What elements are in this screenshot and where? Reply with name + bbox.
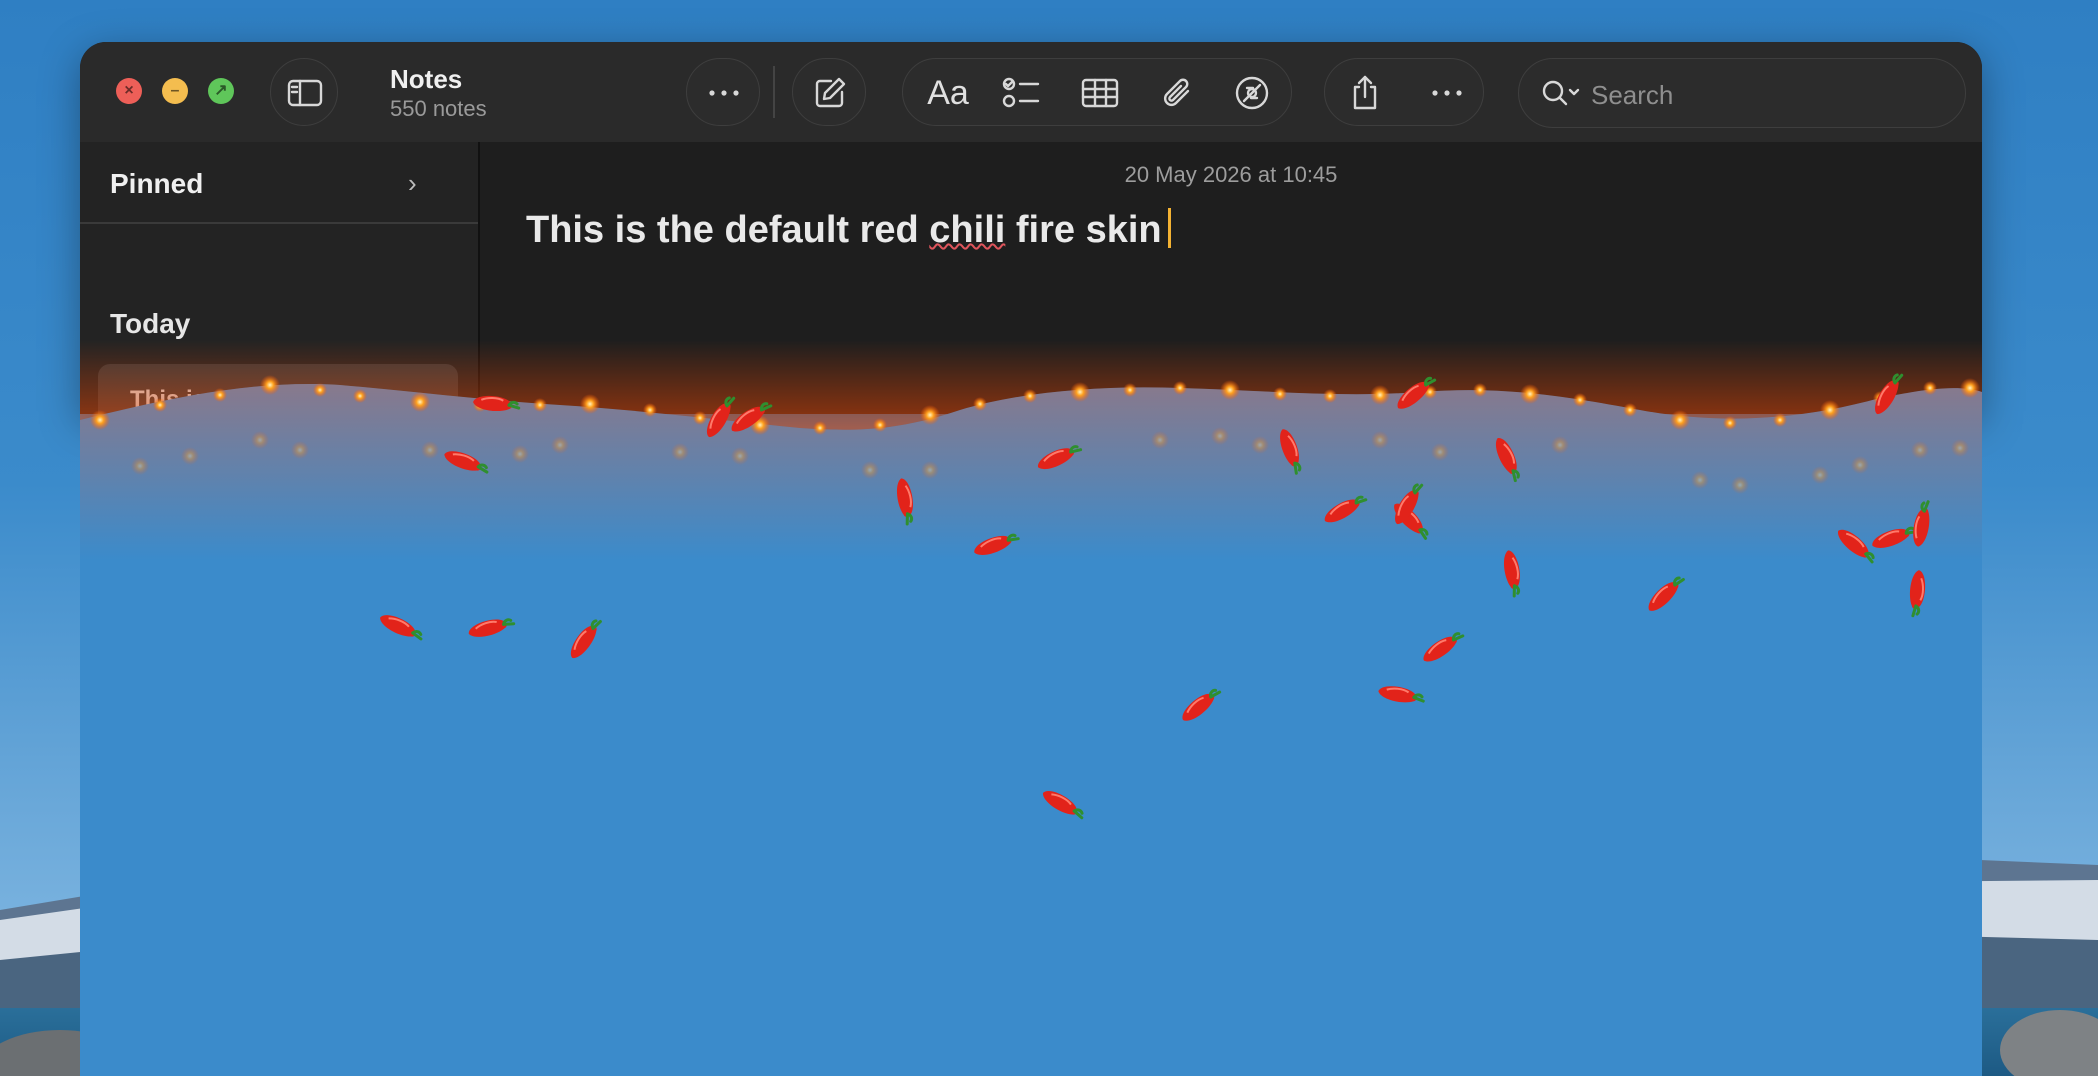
note-text-start: This is the default red <box>526 209 930 251</box>
new-note-button[interactable] <box>792 58 866 126</box>
search-field[interactable]: Search <box>1518 58 1966 128</box>
chili <box>1394 503 1429 540</box>
chili <box>1872 526 1918 548</box>
ember <box>421 441 439 459</box>
app-title: Notes <box>390 64 463 94</box>
note-list-item[interactable]: This is <box>98 364 458 414</box>
title-bar: × – ↗ Notes 550 notes Aa Search <box>80 42 1982 143</box>
ember <box>861 461 879 479</box>
sidebar-divider <box>80 222 478 224</box>
chili <box>896 478 914 526</box>
more-options-button[interactable] <box>686 58 760 126</box>
note-count: 550 notes <box>390 96 487 121</box>
chili <box>1503 550 1521 598</box>
share-group <box>1324 58 1484 126</box>
minimize-button[interactable]: – <box>162 78 188 104</box>
chili <box>1648 576 1685 611</box>
note-text-end: fire skin <box>1005 209 1162 251</box>
ember <box>1371 431 1389 449</box>
toolbar-divider <box>773 66 775 118</box>
chili <box>1280 429 1302 475</box>
falling-chilis <box>380 373 1930 820</box>
ember <box>1251 436 1269 454</box>
checklist-icon[interactable] <box>991 59 1053 127</box>
paperclip-icon[interactable] <box>1147 59 1209 127</box>
ember <box>813 421 827 435</box>
chili <box>468 618 516 637</box>
ember <box>1211 427 1229 445</box>
note-body[interactable]: This is the default red chili fire skin <box>526 208 1171 252</box>
compose-icon <box>793 59 867 127</box>
note-editor[interactable]: 20 May 2026 at 10:45 This is the default… <box>480 142 1982 414</box>
chili <box>1838 529 1875 564</box>
chili <box>1182 688 1222 721</box>
chili <box>444 451 489 474</box>
chili <box>1423 632 1465 662</box>
ember <box>551 436 569 454</box>
sidebar-icon <box>271 59 339 127</box>
ember <box>1911 441 1929 459</box>
chili <box>1378 686 1425 703</box>
chili <box>380 615 423 641</box>
chili <box>1042 791 1084 820</box>
zoom-icon: ↗ <box>214 82 228 99</box>
ember <box>291 441 309 459</box>
ember <box>671 443 689 461</box>
ember <box>1851 456 1869 474</box>
chili <box>1913 500 1930 547</box>
ember <box>1431 443 1449 461</box>
misspelled-word: chili <box>929 209 1006 251</box>
format-button[interactable]: Aa <box>917 59 979 127</box>
ember <box>1151 431 1169 449</box>
notes-window: × – ↗ Notes 550 notes Aa Search Pinned ›… <box>80 42 1982 414</box>
note-list-item-title: This is <box>130 386 207 413</box>
ember <box>131 457 149 475</box>
share-icon[interactable] <box>1331 59 1399 127</box>
ember <box>731 447 749 465</box>
text-caret <box>1167 208 1171 248</box>
search-icon <box>1539 59 1583 127</box>
ember <box>1691 471 1709 489</box>
chili <box>1395 483 1424 525</box>
ember <box>1731 476 1749 494</box>
rocks <box>0 910 2098 1076</box>
today-section-header: Today <box>110 308 191 339</box>
ember <box>873 418 887 432</box>
ember <box>1773 413 1787 427</box>
ellipsis-icon[interactable] <box>1413 59 1481 127</box>
collaboration-icon[interactable] <box>1221 59 1283 127</box>
notes-sidebar: Pinned › Today This is <box>80 142 480 414</box>
chili <box>1495 438 1520 483</box>
sidebar-toggle-button[interactable] <box>270 58 338 126</box>
ember <box>1951 439 1969 457</box>
note-date: 20 May 2026 at 10:45 <box>1124 162 1338 187</box>
chevron-right-icon[interactable]: › <box>408 168 417 199</box>
chili <box>1038 445 1083 470</box>
chili <box>1910 570 1926 618</box>
close-icon: × <box>124 82 134 99</box>
ember <box>251 431 269 449</box>
zoom-button[interactable]: ↗ <box>208 78 234 104</box>
format-toolbar-group: Aa <box>902 58 1292 126</box>
ember <box>181 447 199 465</box>
pinned-section-header[interactable]: Pinned <box>110 168 203 200</box>
minimize-icon: – <box>170 82 180 99</box>
ember <box>1551 436 1569 454</box>
chili <box>570 619 602 659</box>
chili <box>1324 495 1368 523</box>
ember <box>921 461 939 479</box>
ember <box>511 445 529 463</box>
ellipsis-icon <box>687 59 761 127</box>
ember <box>1811 466 1829 484</box>
search-placeholder: Search <box>1591 80 1674 110</box>
table-icon[interactable] <box>1069 59 1131 127</box>
close-button[interactable]: × <box>116 78 142 104</box>
chili <box>974 533 1020 555</box>
ember <box>1723 416 1737 430</box>
ember <box>750 415 770 435</box>
